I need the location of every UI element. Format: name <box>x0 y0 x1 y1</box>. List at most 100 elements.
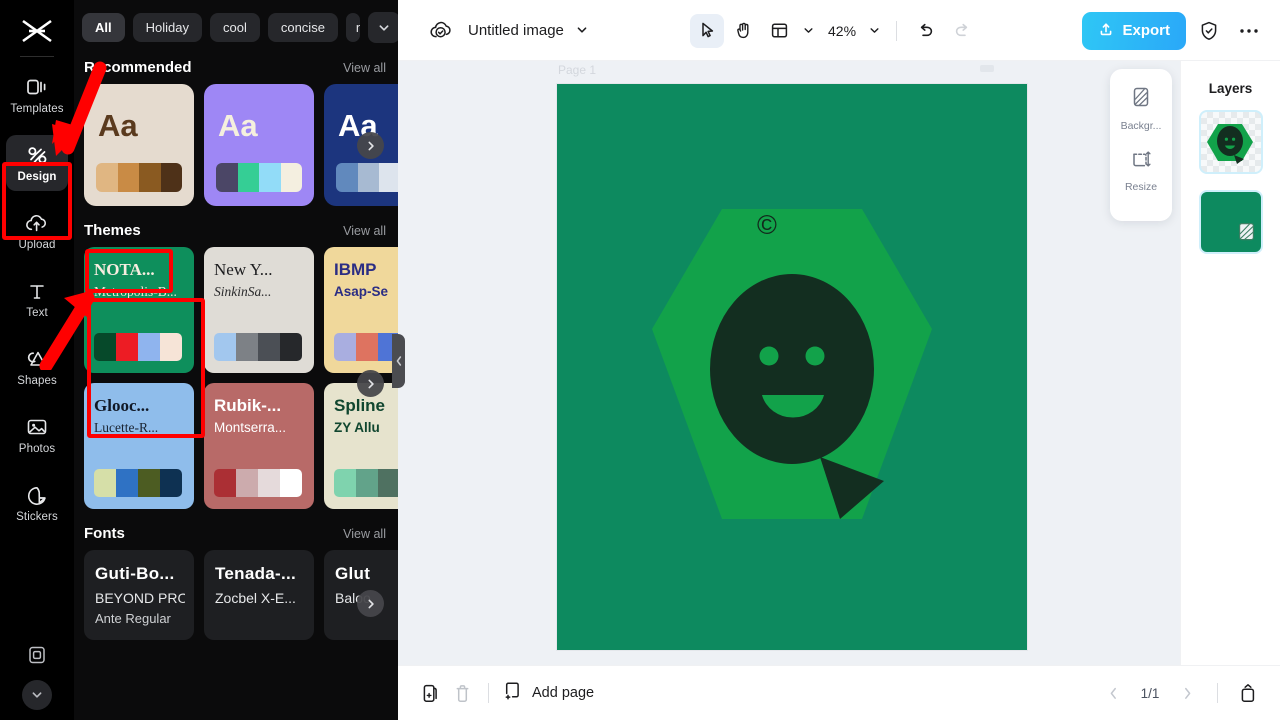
section-header-themes: Themes View all <box>74 206 398 247</box>
design-panel: All Holiday cool concise n Recommended V… <box>74 0 398 720</box>
filter-chip-cool[interactable]: cool <box>210 13 260 42</box>
section-title-fonts: Fonts <box>84 525 125 542</box>
color-swatch <box>281 163 303 192</box>
fonts-card-list: Guti-Bo...BEYOND PRO...Ante RegularTenad… <box>84 550 398 640</box>
redo-button[interactable] <box>945 14 979 48</box>
color-swatch <box>214 333 236 361</box>
rail-divider <box>20 56 54 57</box>
sidebar-item-upload[interactable]: Upload <box>6 203 68 259</box>
sidebar-item-photos[interactable]: Photos <box>6 407 68 463</box>
top-toolbar-right: Export <box>1082 0 1266 61</box>
resize-tool-label: Resize <box>1125 181 1157 193</box>
left-nav-rail: Templates Design Upload <box>0 0 74 720</box>
recommended-card[interactable]: Aa <box>84 84 194 206</box>
theme-card-title: Spline <box>334 397 398 415</box>
filter-chip-holiday[interactable]: Holiday <box>133 13 202 42</box>
color-swatch-strip <box>336 163 398 192</box>
shield-check-icon[interactable] <box>1192 14 1226 48</box>
sidebar-label-design: Design <box>18 171 57 183</box>
duplicate-page-button[interactable] <box>414 677 446 709</box>
theme-card[interactable]: IBMPAsap-Se <box>324 247 398 373</box>
color-swatch <box>236 469 258 497</box>
sidebar-item-shapes[interactable]: Shapes <box>6 339 68 395</box>
layout-tool-button[interactable] <box>762 14 796 48</box>
theme-card[interactable]: New Y...SinkinSa... <box>204 247 314 373</box>
section-header-fonts: Fonts View all <box>74 509 398 550</box>
font-card[interactable]: Tenada-...Zocbel X-E... <box>204 550 314 640</box>
add-page-button[interactable]: Add page <box>503 680 594 706</box>
export-button[interactable]: Export <box>1082 12 1186 50</box>
color-swatch-strip <box>94 469 182 497</box>
theme-card[interactable]: Rubik-...Montserra... <box>204 383 314 509</box>
canvas-tool-group: 42% <box>690 0 979 61</box>
theme-card-subtitle: ZY Allu <box>334 420 398 435</box>
color-swatch <box>139 163 161 192</box>
layer-item-hexagon[interactable] <box>1199 110 1263 174</box>
background-tool-button[interactable]: Backgr... <box>1121 85 1162 132</box>
chevron-down-icon[interactable] <box>575 23 589 37</box>
font-card[interactable]: Guti-Bo...BEYOND PRO...Ante Regular <box>84 550 194 640</box>
theme-card[interactable]: Glooc... Lucette-R... <box>84 383 194 509</box>
frame-icon[interactable] <box>26 644 48 666</box>
theme-card-subtitle: Montserra... <box>214 420 304 435</box>
zoom-level-value[interactable]: 42% <box>828 23 856 39</box>
color-swatch <box>259 163 281 192</box>
sidebar-label-text: Text <box>26 307 48 319</box>
prev-page-button[interactable] <box>1097 677 1129 709</box>
color-swatch-strip <box>334 333 398 361</box>
chevron-right-icon[interactable] <box>357 590 384 617</box>
theme-card-selected[interactable]: NOTA...Metropolis-B... <box>84 247 194 373</box>
next-page-button[interactable] <box>1171 677 1203 709</box>
view-all-fonts[interactable]: View all <box>343 527 386 541</box>
capcut-logo-icon[interactable] <box>17 14 57 48</box>
hexagon-artwork[interactable] <box>652 209 932 529</box>
bottom-divider <box>488 683 489 703</box>
font-card-title: Guti-Bo... <box>95 564 185 584</box>
recommended-card[interactable]: Aa <box>204 84 314 206</box>
filter-chip-partial[interactable]: n <box>346 13 360 42</box>
theme-card-title: Glooc... <box>94 397 184 415</box>
select-tool-button[interactable] <box>690 14 724 48</box>
delete-page-button[interactable] <box>446 677 478 709</box>
theme-card-subtitle: SinkinSa... <box>214 284 304 300</box>
filter-chip-all[interactable]: All <box>82 13 125 42</box>
sidebar-item-design[interactable]: Design <box>6 135 68 191</box>
hand-tool-button[interactable] <box>726 14 760 48</box>
layers-panel: Layers <box>1180 61 1280 665</box>
view-all-themes[interactable]: View all <box>343 224 386 238</box>
chevron-right-icon[interactable] <box>357 132 384 159</box>
sidebar-item-templates[interactable]: Templates <box>6 67 68 123</box>
color-swatch-strip <box>96 163 182 192</box>
resize-tool-button[interactable]: Resize <box>1125 148 1157 193</box>
font-card-subtitle: Zocbel X-E... <box>215 590 305 606</box>
undo-button[interactable] <box>909 14 943 48</box>
expand-pages-button[interactable] <box>1232 677 1264 709</box>
panel-collapse-handle[interactable] <box>392 334 405 388</box>
theme-card[interactable]: Spline ZY Allu <box>324 383 398 509</box>
chevron-down-icon[interactable] <box>864 16 884 46</box>
document-title[interactable]: Untitled image <box>468 22 564 39</box>
color-swatch <box>378 469 398 497</box>
ellipsis-icon[interactable] <box>1232 14 1266 48</box>
chevron-right-icon[interactable] <box>357 370 384 397</box>
layer-item-background[interactable] <box>1199 190 1263 254</box>
chevron-down-icon[interactable] <box>798 16 818 46</box>
fonts-row: Guti-Bo...BEYOND PRO...Ante RegularTenad… <box>74 550 398 640</box>
capcut-editor-app: Templates Design Upload <box>0 0 1280 720</box>
sidebar-label-shapes: Shapes <box>17 375 57 387</box>
sidebar-item-text[interactable]: Text <box>6 271 68 327</box>
view-all-recommended[interactable]: View all <box>343 61 386 75</box>
filter-chip-concise[interactable]: concise <box>268 13 338 42</box>
cloud-check-icon[interactable] <box>428 17 454 43</box>
color-swatch <box>116 469 138 497</box>
rail-expand-more-button[interactable] <box>22 680 52 710</box>
theme-card-subtitle: Lucette-R... <box>94 420 184 436</box>
design-canvas[interactable]: © <box>557 84 1027 650</box>
chevron-down-icon[interactable] <box>368 12 398 43</box>
color-swatch-strip <box>334 469 398 497</box>
sidebar-item-stickers[interactable]: Stickers <box>6 475 68 531</box>
sidebar-label-stickers: Stickers <box>16 511 58 523</box>
page-navigation: 1/1 <box>1097 677 1264 709</box>
page-indicator: 1/1 <box>1133 686 1167 701</box>
canvas-workarea[interactable]: Page 1 © <box>398 61 1180 665</box>
